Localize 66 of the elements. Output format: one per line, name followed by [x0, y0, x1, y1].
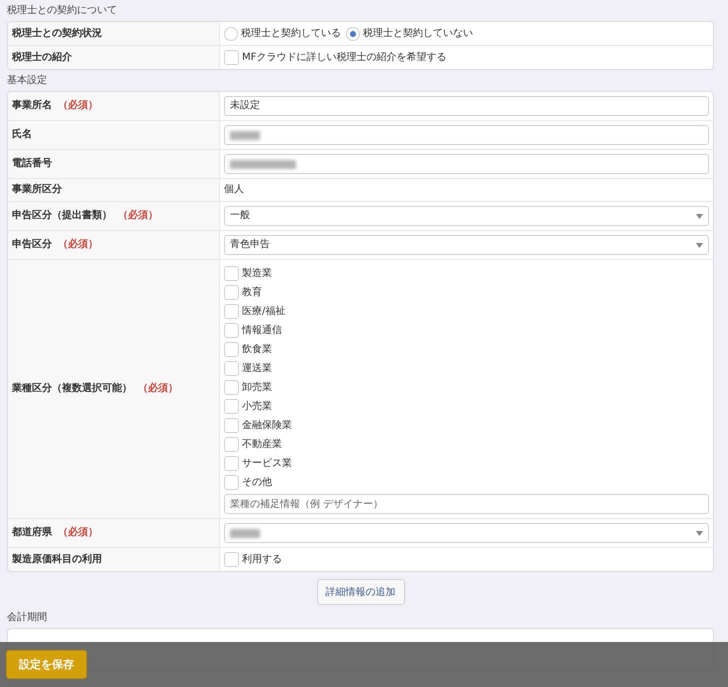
- text-field[interactable]: [224, 125, 709, 145]
- checkbox-label[interactable]: 医療/福祉: [242, 306, 286, 318]
- radio-button[interactable]: [224, 26, 238, 40]
- checkbox-label[interactable]: 教育: [242, 286, 262, 298]
- checkbox-label[interactable]: 不動産業: [242, 438, 282, 450]
- field-label: 事業所区分: [12, 184, 62, 196]
- select-field[interactable]: [224, 523, 709, 543]
- field-label: 氏名: [12, 129, 32, 141]
- text-field[interactable]: 未設定: [224, 96, 709, 116]
- required-mark: （必須）: [58, 100, 98, 112]
- caret-icon: [696, 214, 703, 218]
- checkbox[interactable]: [224, 285, 239, 300]
- checkbox-label[interactable]: 運送業: [242, 362, 272, 374]
- section-title: 基本設定: [7, 74, 47, 88]
- checkbox[interactable]: [224, 304, 239, 319]
- checkbox[interactable]: [224, 437, 239, 452]
- checkbox-label[interactable]: MFクラウドに詳しい税理士の紹介を希望する: [242, 52, 446, 64]
- section-title: 会計期間: [7, 610, 47, 625]
- checkbox[interactable]: [224, 380, 239, 395]
- checkbox-label[interactable]: 卸売業: [242, 382, 272, 394]
- field-label: 事業所名: [12, 100, 52, 112]
- checkbox-label[interactable]: 情報通信: [242, 324, 282, 336]
- section-title: 税理士との契約について: [7, 4, 117, 18]
- add-details-button[interactable]: 詳細情報の追加: [316, 579, 404, 605]
- blurred-value: [230, 528, 260, 538]
- caret-icon: [696, 242, 703, 248]
- field-label: 税理士との契約状況: [12, 28, 102, 40]
- checkbox-label[interactable]: 飲食業: [242, 344, 272, 356]
- radio-label[interactable]: 税理士と契約している: [241, 28, 341, 40]
- field-label: 申告区分（提出書類）: [12, 210, 112, 222]
- checkbox-label[interactable]: 小売業: [242, 400, 272, 412]
- blurred-value: [230, 160, 296, 168]
- checkbox[interactable]: [224, 456, 239, 471]
- text-field[interactable]: 業種の補足情報（例 デザイナー）: [224, 494, 709, 514]
- checkbox[interactable]: [224, 475, 239, 490]
- checkbox[interactable]: [224, 361, 239, 376]
- required-mark: （必須）: [58, 239, 98, 251]
- checkbox[interactable]: [224, 342, 239, 357]
- required-mark: （必須）: [138, 383, 178, 395]
- checkbox-label[interactable]: 利用する: [242, 554, 282, 566]
- blurred-value: [230, 130, 260, 140]
- field-label: 電話番号: [12, 158, 52, 170]
- checkbox-label[interactable]: その他: [242, 476, 272, 488]
- select-field[interactable]: 青色申告: [224, 235, 709, 255]
- radio-button[interactable]: [346, 26, 360, 40]
- checkbox-label[interactable]: 金融保険業: [242, 420, 292, 432]
- checkbox[interactable]: [224, 418, 239, 433]
- required-mark: （必須）: [118, 210, 158, 222]
- caret-icon: [696, 530, 703, 536]
- checkbox[interactable]: [224, 552, 239, 567]
- checkbox[interactable]: [224, 399, 239, 414]
- checkbox-label[interactable]: サービス業: [242, 458, 292, 470]
- field-label: 申告区分: [12, 239, 52, 251]
- field-value: 個人: [224, 184, 245, 196]
- checkbox[interactable]: [224, 323, 239, 338]
- field-label: 都道府県: [12, 527, 52, 539]
- field-label: 製造原価科目の利用: [12, 554, 102, 566]
- checkbox[interactable]: [224, 266, 239, 281]
- checkbox[interactable]: [224, 50, 239, 65]
- text-field[interactable]: [224, 154, 709, 174]
- select-field[interactable]: 一般: [224, 206, 709, 226]
- field-label: 税理士の紹介: [12, 52, 72, 64]
- field-label: 業種区分（複数選択可能）: [12, 383, 132, 395]
- checkbox-label[interactable]: 製造業: [242, 268, 272, 280]
- required-mark: （必須）: [58, 527, 98, 539]
- radio-label[interactable]: 税理士と契約していない: [363, 28, 473, 40]
